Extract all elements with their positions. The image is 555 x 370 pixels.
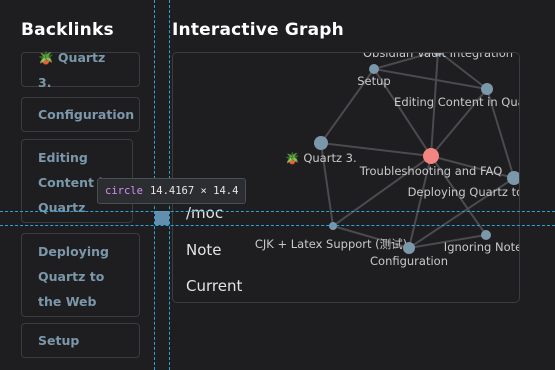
inspector-tooltip: circle 14.4167 × 14.4 — [97, 178, 247, 204]
graph-node[interactable] — [481, 83, 493, 95]
graph-heading: Interactive Graph — [172, 20, 344, 40]
graph-node-label: Ignoring Notes — [444, 240, 519, 254]
graph-node[interactable] — [369, 64, 379, 74]
graph-node-label: Setup — [357, 74, 390, 88]
graph-link — [373, 68, 488, 90]
graph-node[interactable] — [423, 148, 439, 164]
tooltip-size: 14.4167 × 14.4 — [149, 185, 239, 197]
backlink-deploying[interactable]: Deploying Quartz to the Web — [21, 233, 140, 317]
backlinks-heading: Backlinks — [21, 20, 114, 40]
backlink-configuration[interactable]: Configuration — [21, 97, 140, 132]
graph-node-label: Troubleshooting and FAQ — [359, 164, 503, 178]
graph-node-label: Deploying Quartz to the Web — [408, 185, 519, 199]
backlink-quartz[interactable]: 🪴 Quartz 3. — [21, 50, 140, 90]
legend-note: Note — [186, 241, 222, 259]
graph-node-label: CJK + Latex Support (测试) — [255, 237, 407, 251]
graph-node[interactable] — [329, 222, 337, 230]
tooltip-tag: circle — [105, 185, 143, 197]
graph-node[interactable] — [481, 230, 491, 240]
highlighted-circle — [155, 211, 169, 225]
legend-current: Current — [186, 277, 243, 295]
legend-moc: /moc — [186, 204, 224, 222]
graph-node-label: 🪴 Quartz 3. — [285, 151, 356, 165]
graph-node[interactable] — [403, 242, 415, 254]
graph-node-label: Editing Content in Quartz — [394, 95, 519, 109]
backlink-setup[interactable]: Setup — [21, 323, 140, 358]
graph-node-label: Configuration — [370, 254, 448, 268]
graph-node[interactable] — [314, 136, 328, 150]
graph-node-label: Obsidian Vault Integration — [363, 53, 513, 60]
graph-node[interactable] — [507, 171, 519, 185]
